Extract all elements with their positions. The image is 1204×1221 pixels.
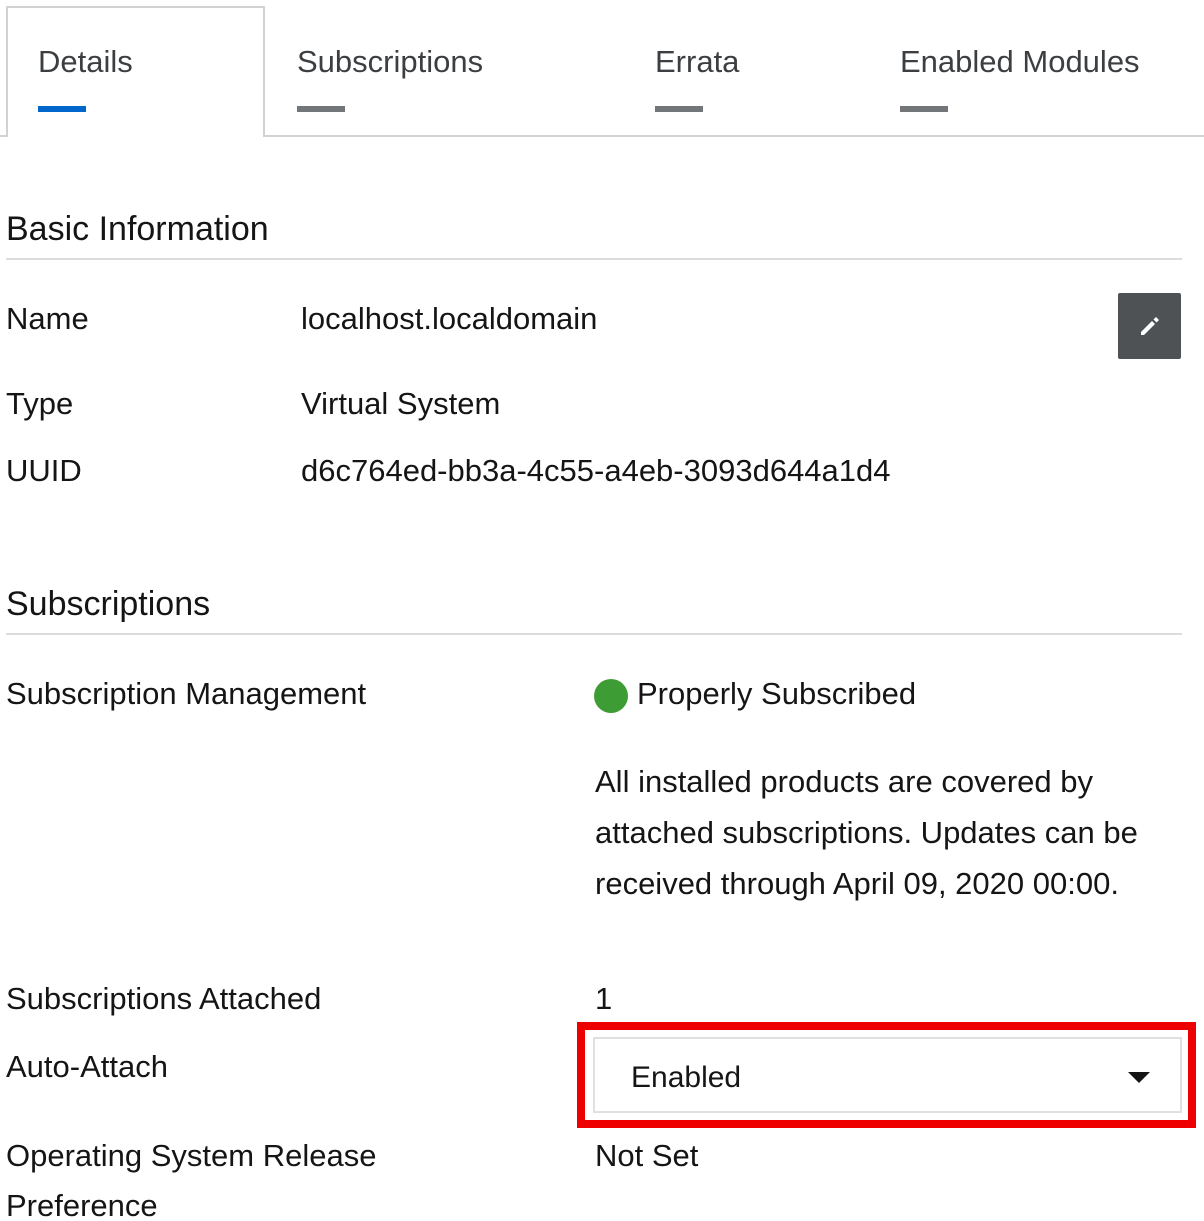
uuid-label: UUID bbox=[6, 453, 82, 488]
os-release-preference-label-line2: Preference bbox=[6, 1188, 158, 1221]
os-release-preference-value: Not Set bbox=[595, 1138, 699, 1173]
content-host-details-page: Details Subscriptions Errata Enabled Mod… bbox=[0, 0, 1204, 1221]
type-label: Type bbox=[6, 386, 74, 421]
subscriptions-divider bbox=[6, 633, 1182, 635]
tab-details-label: Details bbox=[38, 44, 133, 79]
tab-subscriptions[interactable]: Subscriptions bbox=[265, 6, 621, 135]
tab-details-indicator bbox=[38, 106, 86, 112]
subscriptions-attached-label: Subscriptions Attached bbox=[6, 981, 322, 1016]
tab-details[interactable]: Details bbox=[6, 6, 265, 137]
auto-attach-select[interactable]: Enabled bbox=[593, 1037, 1182, 1113]
pencil-icon bbox=[1141, 317, 1159, 335]
status-ok-icon bbox=[594, 679, 628, 713]
type-value: Virtual System bbox=[301, 386, 501, 421]
subscription-management-label: Subscription Management bbox=[6, 676, 367, 711]
basic-information-heading: Basic Information bbox=[6, 210, 269, 248]
auto-attach-label: Auto-Attach bbox=[6, 1049, 168, 1084]
tab-subscriptions-indicator bbox=[297, 106, 345, 112]
tab-errata-label: Errata bbox=[655, 44, 740, 79]
caret-down-icon bbox=[1128, 1072, 1150, 1083]
subscription-status-value: Properly Subscribed bbox=[637, 676, 917, 711]
tab-enabled-modules-indicator bbox=[900, 106, 948, 112]
tab-errata[interactable]: Errata bbox=[623, 6, 868, 135]
subscriptions-heading: Subscriptions bbox=[6, 585, 211, 623]
name-value: localhost.localdomain bbox=[301, 301, 598, 336]
auto-attach-selected-value: Enabled bbox=[631, 1061, 742, 1094]
tab-subscriptions-label: Subscriptions bbox=[297, 44, 484, 79]
tab-errata-indicator bbox=[655, 106, 703, 112]
subscriptions-attached-value: 1 bbox=[595, 981, 613, 1016]
os-release-preference-label-line1: Operating System Release bbox=[6, 1138, 377, 1173]
uuid-value: d6c764ed-bb3a-4c55-a4eb-3093d644a1d4 bbox=[301, 453, 891, 488]
tab-bar: Details Subscriptions Errata Enabled Mod… bbox=[0, 0, 1204, 137]
basic-information-divider bbox=[6, 258, 1182, 260]
tab-enabled-modules[interactable]: Enabled Modules bbox=[868, 6, 1204, 135]
edit-name-button[interactable] bbox=[1118, 293, 1181, 359]
name-label: Name bbox=[6, 301, 89, 336]
tab-enabled-modules-label: Enabled Modules bbox=[900, 44, 1140, 79]
subscription-status-description: All installed products are covered by at… bbox=[595, 764, 1138, 901]
